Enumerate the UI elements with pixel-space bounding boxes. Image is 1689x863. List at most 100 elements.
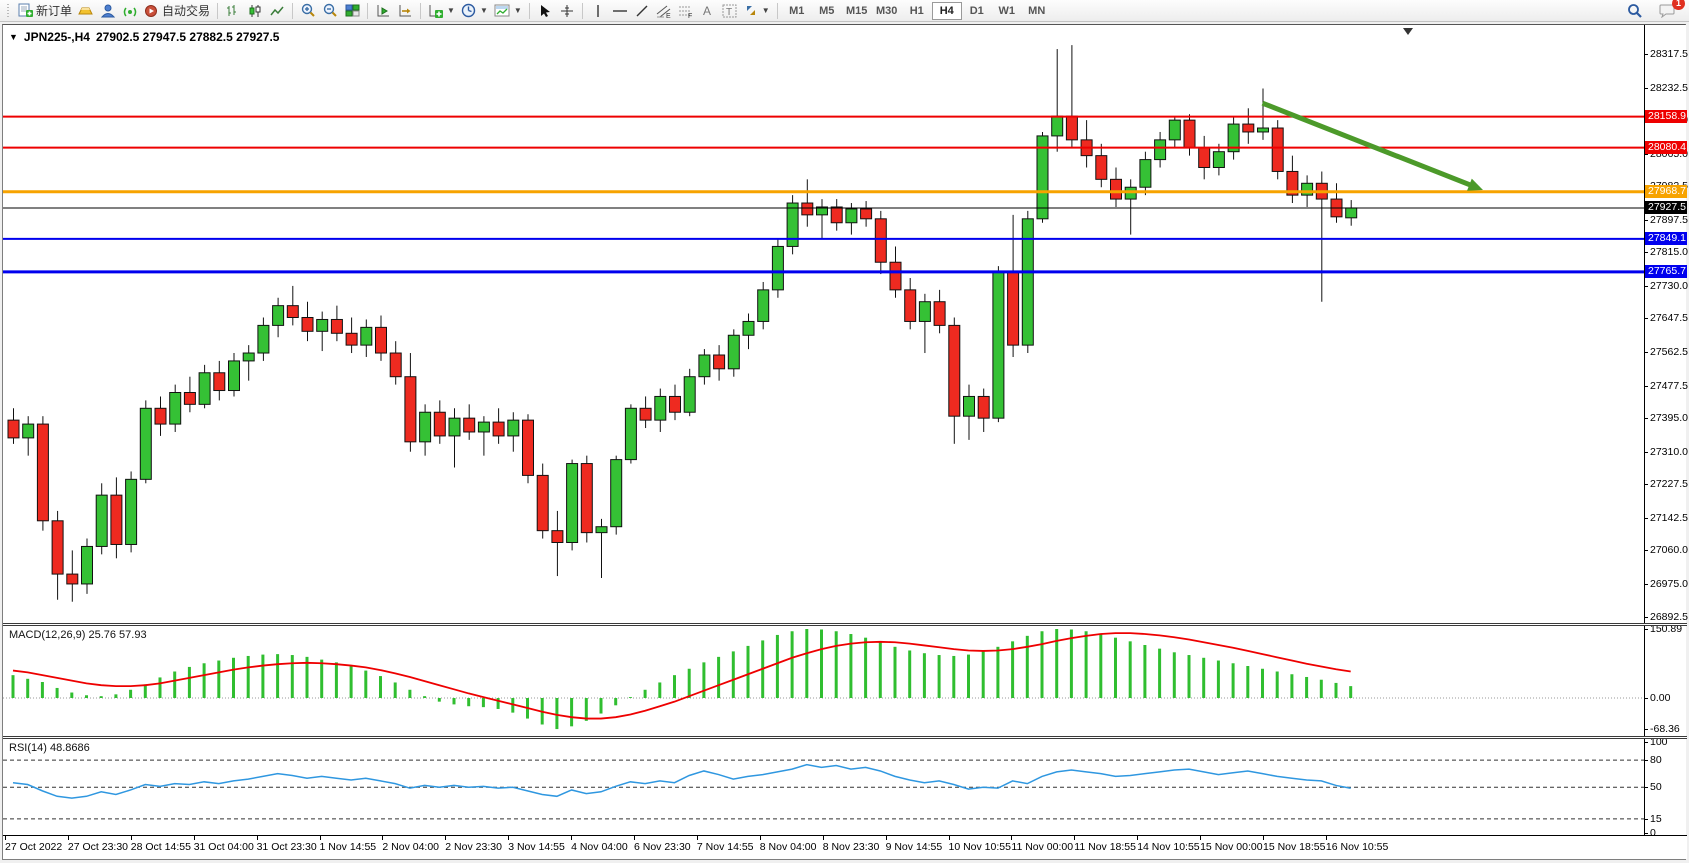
candle	[317, 312, 328, 351]
chart-window[interactable]: ▼ JPN225-,H4 27902.5 27947.5 27882.5 279…	[2, 24, 1686, 860]
candle-body-up	[361, 327, 372, 345]
candle	[714, 345, 725, 381]
community-button[interactable]	[97, 1, 119, 21]
price-tick-label: 27227.5	[1650, 478, 1688, 490]
timeframe-m15[interactable]: M15	[842, 2, 872, 20]
autotrading-button[interactable]: 自动交易	[141, 1, 213, 21]
candle	[23, 416, 34, 455]
line-chart-button[interactable]	[266, 1, 288, 21]
candle	[861, 201, 872, 227]
templates-button[interactable]: ▼	[491, 1, 525, 21]
panel-splitter[interactable]	[3, 623, 1687, 626]
candle	[126, 471, 137, 552]
chart-plot-area[interactable]	[3, 25, 1644, 859]
time-axis[interactable]: 27 Oct 202227 Oct 23:3028 Oct 14:5531 Oc…	[3, 835, 1687, 859]
candle	[1184, 114, 1195, 155]
text-button[interactable]: A	[697, 1, 719, 21]
timeframe-d1[interactable]: D1	[962, 2, 992, 20]
timeframe-h4[interactable]: H4	[932, 2, 962, 20]
axis-tick-mark	[1645, 617, 1648, 618]
chart-shift-button[interactable]	[394, 1, 416, 21]
signals-button[interactable]	[119, 1, 141, 21]
candle-body-down	[1272, 128, 1283, 171]
timeframe-m30[interactable]: M30	[872, 2, 902, 20]
fibonacci-button[interactable]: F	[675, 1, 697, 21]
candlestick-series	[8, 45, 1357, 602]
text-label-button[interactable]: T	[719, 1, 741, 21]
periods-button[interactable]: ▼	[458, 1, 491, 21]
vertical-line-button[interactable]	[587, 1, 609, 21]
autoscroll-button[interactable]	[372, 1, 394, 21]
market-watch-button[interactable]	[75, 1, 97, 21]
rsi-tick-label: 80	[1650, 754, 1662, 766]
candle	[1096, 144, 1107, 187]
candle-body-down	[537, 475, 548, 530]
candlestick-chart-button[interactable]	[244, 1, 266, 21]
notifications-button[interactable]: 1	[1656, 1, 1679, 21]
cursor-button[interactable]	[534, 1, 556, 21]
axis-tick-mark	[1645, 484, 1648, 485]
trendline-icon	[635, 4, 649, 18]
candle	[1052, 49, 1063, 152]
price-tick-label: 28317.5	[1650, 48, 1688, 60]
candle-body-up	[243, 353, 254, 361]
candle	[390, 341, 401, 384]
candle	[346, 317, 357, 353]
zoom-out-button[interactable]	[319, 1, 341, 21]
search-button[interactable]	[1624, 1, 1646, 21]
candle	[1287, 156, 1298, 203]
panel-splitter[interactable]	[3, 736, 1687, 739]
tile-windows-button[interactable]	[341, 1, 363, 21]
time-tick-mark	[634, 836, 635, 840]
zoom-in-button[interactable]	[297, 1, 319, 21]
time-tick-label: 6 Nov 23:30	[634, 841, 691, 853]
candle	[1081, 120, 1092, 167]
timeframe-mn[interactable]: MN	[1022, 2, 1052, 20]
candle-body-down	[1111, 179, 1122, 199]
horizontal-line-button[interactable]	[609, 1, 631, 21]
candlestick-chart[interactable]	[3, 25, 1644, 624]
indicators-button[interactable]: ▼	[425, 1, 458, 21]
timeframe-m1[interactable]: M1	[782, 2, 812, 20]
toolbar-grip[interactable]	[7, 4, 12, 18]
candle-body-up	[140, 408, 151, 479]
time-tick-label: 31 Oct 23:30	[257, 841, 317, 853]
cursor-icon	[539, 4, 551, 18]
macd-label: MACD(12,26,9) 25.76 57.93	[9, 629, 147, 641]
crosshair-button[interactable]	[556, 1, 578, 21]
equidistant-channel-button[interactable]: E	[653, 1, 675, 21]
candle	[670, 385, 681, 421]
candle	[743, 314, 754, 350]
timeframe-w1[interactable]: W1	[992, 2, 1022, 20]
macd-indicator-chart[interactable]	[3, 626, 1644, 736]
candle-body-up	[728, 335, 739, 369]
candle-body-down	[184, 392, 195, 404]
candle-body-up	[126, 479, 137, 544]
timeframe-m5[interactable]: M5	[812, 2, 842, 20]
new-order-button[interactable]: 新订单	[15, 1, 75, 21]
time-tick-mark	[382, 836, 383, 840]
candle-body-up	[1346, 208, 1357, 218]
svg-text:T: T	[726, 7, 732, 18]
notification-badge: 1	[1672, 0, 1685, 10]
new-order-icon	[18, 3, 33, 18]
time-tick-label: 15 Nov 00:00	[1200, 841, 1262, 853]
chevron-down-icon[interactable]: ▼	[9, 32, 18, 42]
price-level-badge: 28080.4	[1645, 141, 1687, 154]
candle	[1169, 116, 1180, 148]
separator	[217, 3, 218, 19]
axis-tick-mark	[1645, 550, 1648, 551]
rsi-indicator-chart[interactable]	[3, 739, 1644, 835]
trendline-button[interactable]	[631, 1, 653, 21]
timeframe-h1[interactable]: H1	[902, 2, 932, 20]
time-tick-label: 3 Nov 14:55	[508, 841, 565, 853]
arrows-button[interactable]: ▼	[741, 1, 773, 21]
candle	[287, 286, 298, 325]
price-axis[interactable]: 28317.528232.528150.028065.027982.527897…	[1644, 25, 1686, 835]
candle-body-down	[978, 396, 989, 418]
dropdown-arrow-icon: ▼	[447, 6, 455, 15]
candle-body-up	[1155, 140, 1166, 160]
bar-chart-button[interactable]	[222, 1, 244, 21]
candle-body-up	[478, 422, 489, 432]
candle-body-up	[625, 408, 636, 459]
